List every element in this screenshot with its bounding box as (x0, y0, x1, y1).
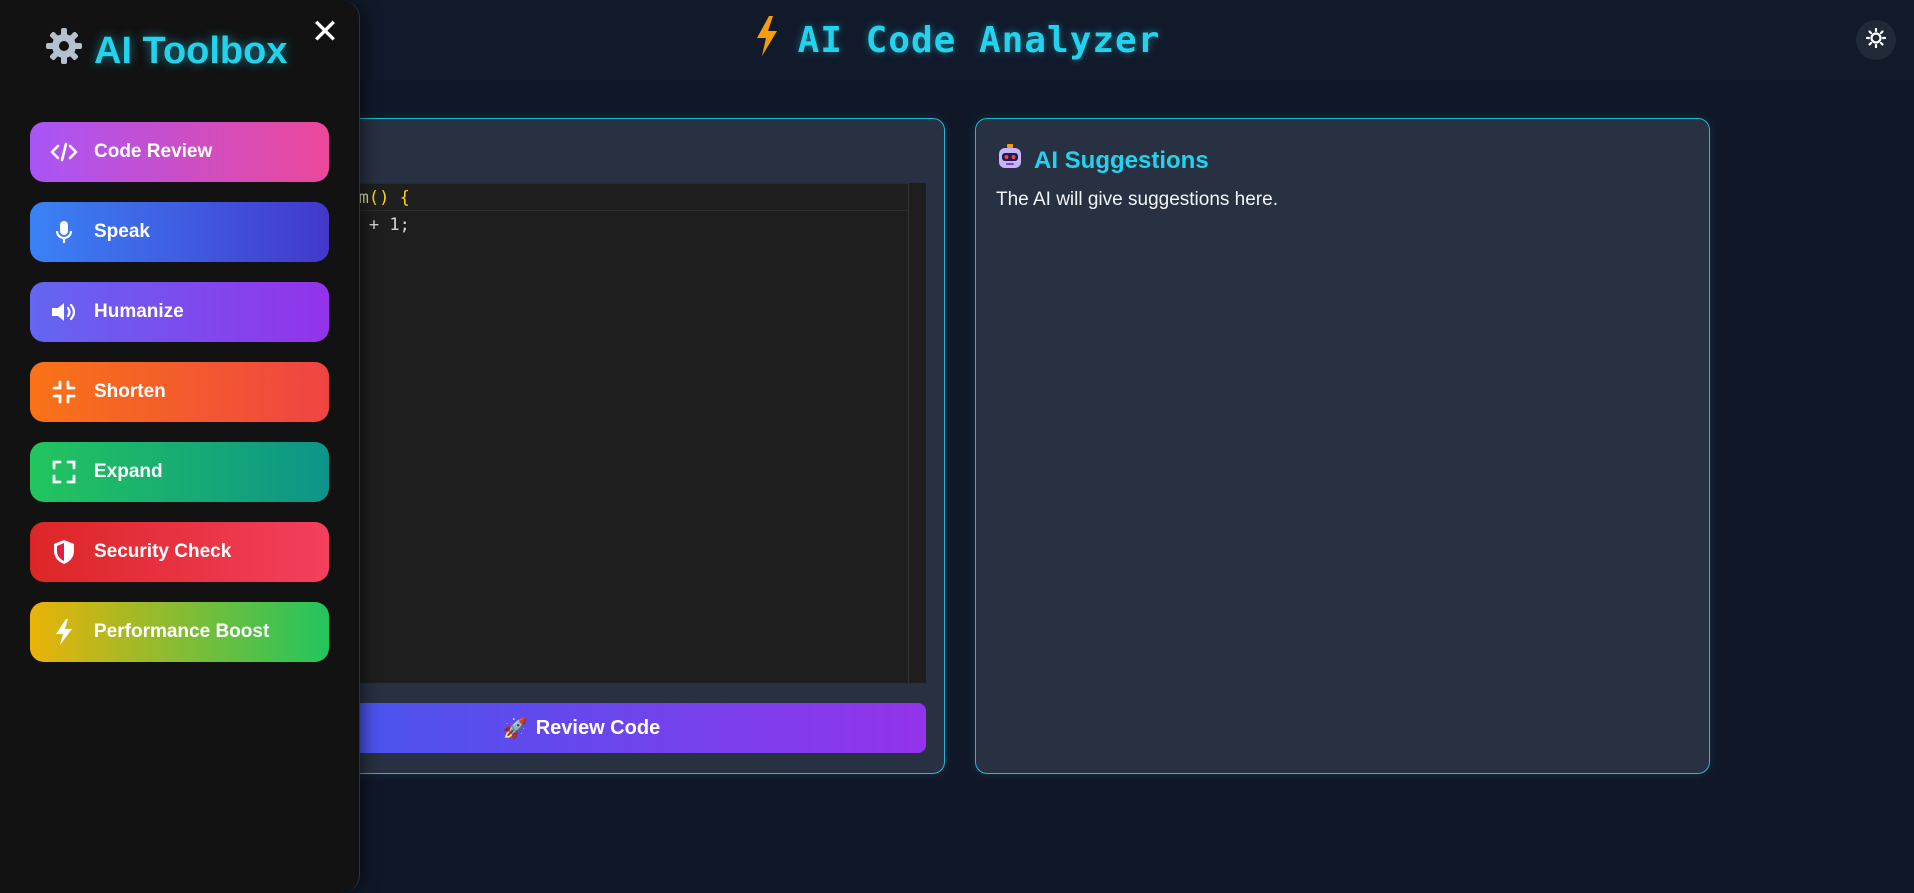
tool-label: Code Review (94, 141, 213, 162)
suggestions-output: The AI will give suggestions here. (996, 189, 1278, 210)
bolt-icon (48, 619, 80, 645)
rocket-icon: 🚀 (502, 717, 528, 740)
sidebar-title: AI Toolbox (44, 26, 288, 76)
suggestions-heading: AI Suggestions (996, 143, 1209, 178)
compress-icon (48, 379, 80, 405)
lightning-bolt-icon (754, 15, 780, 65)
shield-icon (48, 539, 80, 565)
tool-label: Expand (94, 461, 163, 482)
microphone-icon (48, 219, 80, 245)
editor-scrollbar[interactable] (908, 183, 926, 683)
expand-icon (48, 459, 80, 485)
tool-expand-button[interactable]: Expand (30, 442, 329, 502)
tool-speak-button[interactable]: Speak (30, 202, 329, 262)
tool-performance-boost-button[interactable]: Performance Boost (30, 602, 329, 662)
ai-toolbox-sidebar: AI Toolbox ✕ Code Review Speak Humanize … (0, 0, 360, 893)
tool-label: Security Check (94, 541, 232, 562)
review-code-label: Review Code (535, 716, 661, 739)
app-title: AI Code Analyzer (754, 15, 1161, 65)
sidebar-title-text: AI Toolbox (94, 29, 288, 72)
app-title-text: AI Code Analyzer (797, 19, 1161, 61)
tool-code-review-button[interactable]: Code Review (30, 122, 329, 182)
sun-icon (1865, 27, 1887, 53)
code-icon (48, 139, 80, 165)
tool-shorten-button[interactable]: Shorten (30, 362, 329, 422)
tool-humanize-button[interactable]: Humanize (30, 282, 329, 342)
theme-toggle-button[interactable] (1856, 20, 1896, 60)
robot-icon (996, 143, 1024, 178)
tool-security-check-button[interactable]: Security Check (30, 522, 329, 582)
suggestions-heading-text: AI Suggestions (1034, 146, 1209, 174)
speaker-icon (48, 299, 80, 325)
close-sidebar-button[interactable]: ✕ (310, 12, 340, 52)
gear-icon (44, 26, 84, 76)
tool-label: Speak (94, 221, 150, 242)
tool-label: Performance Boost (94, 621, 270, 642)
tool-label: Humanize (94, 301, 184, 322)
code-editor-panel: de tion sum() { eturn 1 + 1; 🚀 Review Co… (177, 118, 945, 774)
tool-label: Shorten (94, 381, 166, 402)
ai-suggestions-panel: AI Suggestions The AI will give suggesti… (975, 118, 1710, 774)
